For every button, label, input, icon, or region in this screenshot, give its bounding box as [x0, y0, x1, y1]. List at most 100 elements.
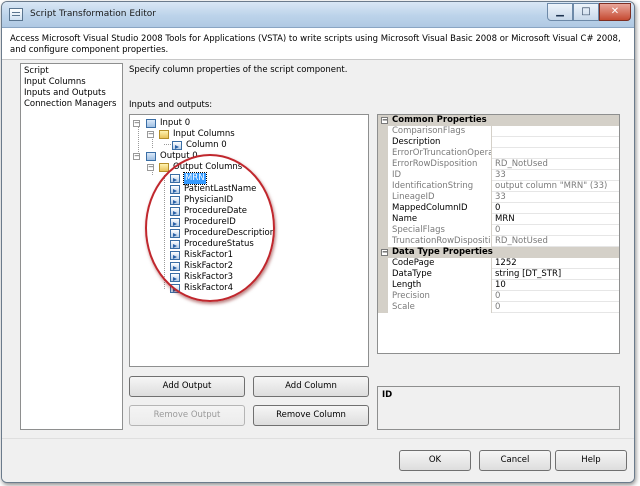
property-row[interactable]: SpecialFlags 0: [378, 225, 619, 236]
folder-icon: [159, 163, 169, 172]
property-value[interactable]: MRN: [491, 214, 619, 225]
property-row[interactable]: ErrorOrTruncationOperatio: [378, 148, 619, 159]
property-value: 33: [491, 192, 619, 203]
property-value: RD_NotUsed: [491, 159, 619, 170]
property-value: 0: [491, 291, 619, 302]
tree-node-output-column[interactable]: ProcedureID: [170, 217, 290, 228]
nav-item-input-columns[interactable]: Input Columns: [24, 77, 119, 88]
category-label: Common Properties: [392, 115, 487, 125]
tree-node-label: ProcedureStatus: [184, 239, 254, 249]
category-data-type-properties[interactable]: − Data Type Properties: [378, 247, 619, 258]
column-icon: [170, 284, 180, 293]
collapse-toggle[interactable]: −: [147, 164, 154, 171]
category-common-properties[interactable]: − Common Properties: [378, 115, 619, 126]
tree-node-label: RiskFactor1: [184, 250, 234, 260]
nav-item-inputs-and-outputs[interactable]: Inputs and Outputs: [24, 88, 119, 99]
nav-item-connection-managers[interactable]: Connection Managers: [24, 99, 119, 110]
property-value[interactable]: [491, 137, 619, 148]
tree-node-output-column[interactable]: MRN: [170, 172, 290, 185]
tree-node-label: Input 0: [160, 118, 191, 128]
property-value[interactable]: 0: [491, 203, 619, 214]
tree-node-output-column[interactable]: PhysicianID: [170, 195, 290, 206]
maximize-button[interactable]: □: [573, 3, 599, 21]
property-row[interactable]: Description: [378, 137, 619, 148]
add-column-button[interactable]: Add Column: [253, 376, 369, 397]
tree-node-label: PhysicianID: [184, 195, 234, 205]
property-name: Precision: [378, 291, 491, 302]
collapse-toggle[interactable]: −: [381, 117, 388, 124]
collapse-toggle[interactable]: −: [147, 131, 154, 138]
property-value[interactable]: 1252: [491, 258, 619, 269]
column-icon: [170, 273, 180, 282]
property-row[interactable]: TruncationRowDisposition RD_NotUsed: [378, 236, 619, 247]
property-row[interactable]: ID 33: [378, 170, 619, 181]
title-bar[interactable]: Script Transformation Editor ▁ □ ✕: [2, 2, 634, 28]
column-icon: [170, 185, 180, 194]
property-value[interactable]: string [DT_STR]: [491, 269, 619, 280]
property-row[interactable]: Length 10: [378, 280, 619, 291]
property-row[interactable]: Name MRN: [378, 214, 619, 225]
property-row[interactable]: Scale 0: [378, 302, 619, 313]
tree-node-output-column[interactable]: ProcedureDescription: [170, 228, 290, 239]
property-row[interactable]: LineageID 33: [378, 192, 619, 203]
window-title: Script Transformation Editor: [30, 9, 156, 19]
page-nav-list: Script Input Columns Inputs and Outputs …: [20, 63, 123, 430]
tree-connector: [164, 144, 171, 145]
collapse-toggle[interactable]: −: [381, 249, 388, 256]
property-name: CodePage: [378, 258, 491, 269]
column-icon: [172, 141, 182, 150]
tree-connector: [152, 139, 153, 148]
property-row[interactable]: IdentificationString output column "MRN"…: [378, 181, 619, 192]
tree-node-label: Column 0: [186, 140, 227, 150]
property-value[interactable]: 10: [491, 280, 619, 291]
property-value: output column "MRN" (33): [491, 181, 619, 192]
property-description-panel: ID: [377, 386, 620, 430]
tree-node-output-column[interactable]: RiskFactor3: [170, 272, 290, 283]
tree-node-output[interactable]: − Output 0: [133, 151, 213, 162]
property-value: [491, 148, 619, 159]
tree-node-label: Input Columns: [173, 129, 235, 139]
property-row[interactable]: MappedColumnID 0: [378, 203, 619, 214]
tree-node-output-column[interactable]: RiskFactor2: [170, 261, 290, 272]
tree-node-output-columns[interactable]: − Output Columns: [147, 162, 247, 173]
nav-item-script[interactable]: Script: [24, 66, 119, 77]
add-output-button[interactable]: Add Output: [129, 376, 245, 397]
property-row[interactable]: Precision 0: [378, 291, 619, 302]
property-name: Scale: [378, 302, 491, 313]
property-name: DataType: [378, 269, 491, 280]
input-icon: [146, 119, 156, 128]
remove-column-button[interactable]: Remove Column: [253, 405, 369, 426]
collapse-toggle[interactable]: −: [133, 153, 140, 160]
property-description-title: ID: [382, 390, 393, 400]
tree-node-input-columns[interactable]: − Input Columns: [147, 129, 247, 140]
tree-node-input-column[interactable]: Column 0: [172, 140, 252, 151]
inputs-outputs-tree[interactable]: − Input 0 − Input Columns Column 0 − Out…: [129, 114, 369, 367]
property-row[interactable]: CodePage 1252: [378, 258, 619, 269]
property-row[interactable]: ErrorRowDisposition RD_NotUsed: [378, 159, 619, 170]
property-row[interactable]: ComparisonFlags: [378, 126, 619, 137]
tree-node-label: PatientLastName: [184, 184, 257, 194]
tree-node-output-column[interactable]: RiskFactor4: [170, 283, 290, 294]
output-icon: [146, 152, 156, 161]
tree-node-input[interactable]: − Input 0: [133, 118, 213, 129]
help-button[interactable]: Help: [555, 450, 627, 471]
close-button[interactable]: ✕: [599, 3, 631, 21]
collapse-toggle[interactable]: −: [133, 120, 140, 127]
remove-output-button[interactable]: Remove Output: [129, 405, 245, 426]
tree-node-output-column[interactable]: RiskFactor1: [170, 250, 290, 261]
tree-connector: [164, 175, 165, 289]
tree-node-output-column[interactable]: ProcedureDate: [170, 206, 290, 217]
tree-node-output-column[interactable]: ProcedureStatus: [170, 239, 290, 250]
column-icon: [170, 196, 180, 205]
property-grid[interactable]: − Common Properties ComparisonFlags Desc…: [377, 114, 620, 354]
property-row[interactable]: DataType string [DT_STR]: [378, 269, 619, 280]
property-name: ErrorOrTruncationOperatio: [378, 148, 491, 159]
tree-node-output-column[interactable]: PatientLastName: [170, 184, 290, 195]
column-icon: [170, 229, 180, 238]
minimize-button[interactable]: ▁: [547, 3, 573, 21]
cancel-button[interactable]: Cancel: [479, 450, 551, 471]
header-panel: Access Microsoft Visual Studio 2008 Tool…: [2, 28, 634, 60]
page-instruction: Specify column properties of the script …: [129, 65, 348, 75]
property-value: 0: [491, 302, 619, 313]
ok-button[interactable]: OK: [399, 450, 471, 471]
